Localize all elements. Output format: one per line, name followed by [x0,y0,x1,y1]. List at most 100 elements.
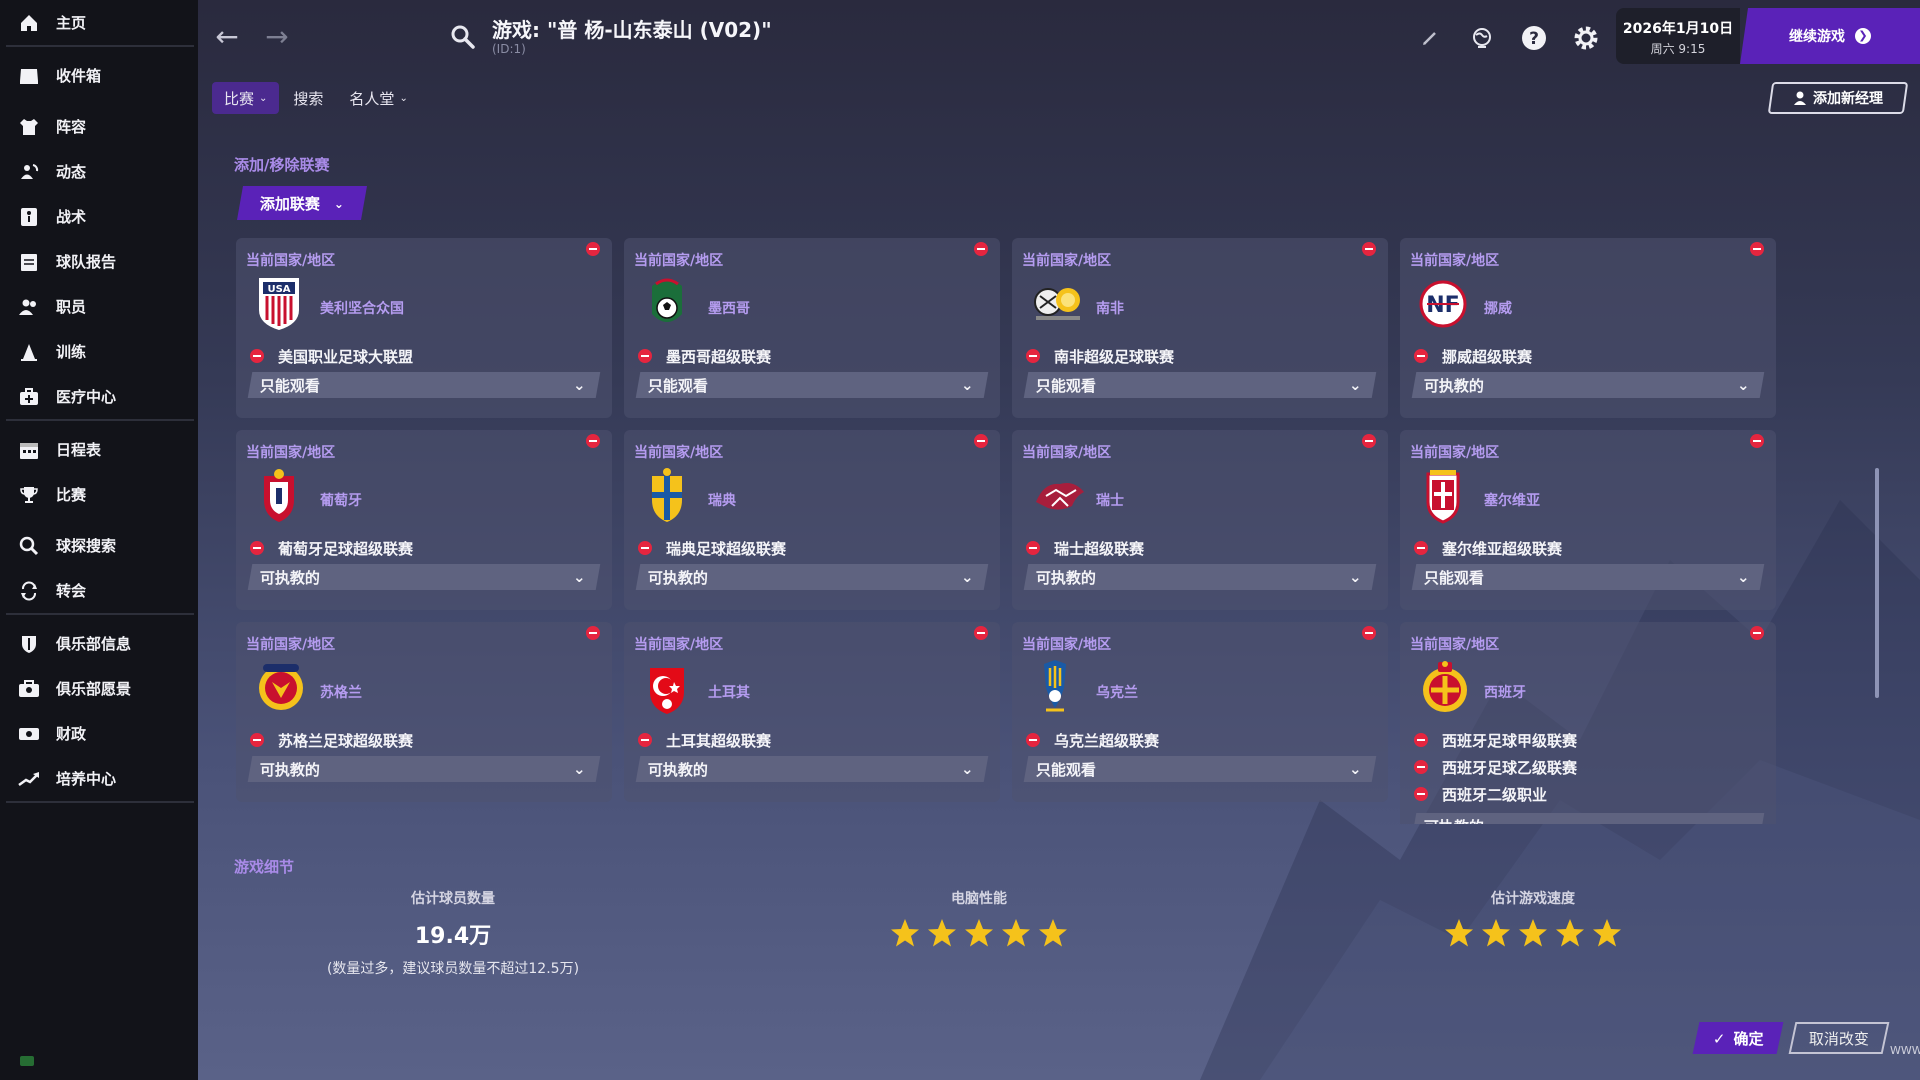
country-name[interactable]: 苏格兰 [320,682,362,702]
remove-country-icon[interactable] [1362,626,1376,640]
sidebar-item-transfer[interactable]: 转会 [0,568,198,613]
tab-1[interactable]: 搜索 [281,82,335,114]
mode-select[interactable]: 只能观看 ⌄ [1411,564,1765,590]
sidebar-item-label: 培养中心 [56,770,117,788]
sidebar-item-medical[interactable]: 医疗中心 [0,374,198,419]
continue-label: 继续游戏 [1789,29,1845,45]
sidebar-item-search[interactable]: 球探搜索 [0,523,198,568]
sidebar-item-tactics[interactable]: 战术 [0,194,198,239]
sidebar-item-finance[interactable]: 财政 [0,711,198,756]
sidebar-item-staff[interactable]: 职员 [0,284,198,329]
confirm-button[interactable]: ✓ 确定 [1692,1022,1784,1054]
sidebar-item-training[interactable]: 训练 [0,329,198,374]
league-name: 瑞士超级联赛 [1054,539,1145,558]
mode-select[interactable]: 可执教的 ⌄ [635,756,989,782]
svg-text:NF: NF [1426,293,1459,318]
back-arrow-icon[interactable]: ← [212,22,242,52]
remove-country-icon[interactable] [586,242,600,256]
remove-league-icon[interactable] [1414,541,1428,555]
remove-league-icon[interactable] [638,733,652,747]
remove-country-icon[interactable] [1750,242,1764,256]
mode-select[interactable]: 可执教的 ⌄ [247,756,601,782]
sidebar-item-dynamics[interactable]: 动态 [0,149,198,194]
remove-league-icon[interactable] [1414,733,1428,747]
continue-game-button[interactable]: 继续游戏 ❯ [1740,8,1920,64]
mode-select[interactable]: 可执教的 ⌄ [635,564,989,590]
sidebar-item-jersey[interactable]: 阵容 [0,104,198,149]
league-card: 当前国家/地区 塞尔维亚 塞尔维亚超级联赛 只能观看 ⌄ [1400,430,1776,610]
mode-value: 可执教的 [1424,376,1485,395]
help-icon[interactable]: ? [1520,24,1548,52]
country-name[interactable]: 南非 [1096,298,1124,318]
training-icon [18,341,40,363]
sidebar-item-label: 阵容 [56,118,87,136]
add-league-button[interactable]: 添加联赛 ⌄ [237,186,367,220]
globe-icon[interactable] [1468,24,1496,52]
mode-select[interactable]: 可执教的 ⌄ [1411,372,1765,398]
mode-select[interactable]: 可执教的 ⌄ [247,564,601,590]
date-display[interactable]: 2026年1月10日 周六 9:15 [1616,8,1740,64]
country-name[interactable]: 挪威 [1484,298,1512,318]
remove-country-icon[interactable] [974,626,988,640]
country-crest-icon: USA [254,274,304,332]
country-name[interactable]: 葡萄牙 [320,490,362,510]
remove-league-icon[interactable] [1026,541,1040,555]
remove-league-icon[interactable] [250,349,264,363]
forward-arrow-icon[interactable]: → [262,22,292,52]
mode-select[interactable]: 只能观看 ⌄ [247,372,601,398]
tab-0[interactable]: 比赛 ⌄ [212,82,280,114]
status-icon [20,1056,34,1066]
remove-league-icon[interactable] [250,541,264,555]
remove-country-icon[interactable] [974,242,988,256]
add-manager-button[interactable]: 添加新经理 [1767,82,1909,114]
remove-league-icon[interactable] [638,541,652,555]
shield-icon [18,633,40,655]
country-name[interactable]: 美利坚合众国 [320,298,404,318]
remove-league-icon[interactable] [1026,349,1040,363]
remove-country-icon[interactable] [586,626,600,640]
remove-league-icon[interactable] [638,349,652,363]
country-name[interactable]: 土耳其 [708,682,750,702]
remove-league-icon[interactable] [1414,760,1428,774]
remove-country-icon[interactable] [1362,242,1376,256]
sidebar-item-inbox[interactable]: 收件箱 [0,53,198,98]
league-card: 当前国家/地区 苏格兰 苏格兰足球超级联赛 可执教的 ⌄ [236,622,612,802]
sidebar-nav: 主页收件箱阵容动态 战术 球队报告 职员 训练 医疗中心日程表 比赛球探搜索 转会俱乐部信息俱… [0,0,198,803]
performance-title: 电脑性能 [951,891,1007,907]
remove-country-icon[interactable] [586,434,600,448]
sidebar-divider [6,419,194,421]
country-name[interactable]: 西班牙 [1484,682,1526,702]
scrollbar[interactable] [1875,468,1879,698]
search-icon[interactable] [450,24,476,50]
league-row: 南非超级足球联赛 [1026,346,1174,366]
remove-league-icon[interactable] [250,733,264,747]
tab-2[interactable]: 名人堂 ⌄ [337,82,419,114]
remove-league-icon[interactable] [1414,349,1428,363]
chevron-down-icon: ⌄ [259,92,268,104]
mode-select[interactable]: 可执教的 ⌄ [1411,813,1765,824]
remove-country-icon[interactable] [1362,434,1376,448]
mode-select[interactable]: 只能观看 ⌄ [635,372,989,398]
mode-select[interactable]: 可执教的 ⌄ [1023,564,1377,590]
country-name[interactable]: 瑞士 [1096,490,1124,510]
remove-country-icon[interactable] [974,434,988,448]
mode-select[interactable]: 只能观看 ⌄ [1023,756,1377,782]
mode-select[interactable]: 只能观看 ⌄ [1023,372,1377,398]
sidebar-item-trophy[interactable]: 比赛 [0,472,198,517]
remove-league-icon[interactable] [1414,787,1428,801]
country-name[interactable]: 墨西哥 [708,298,750,318]
country-name[interactable]: 乌克兰 [1096,682,1138,702]
country-name[interactable]: 瑞典 [708,490,736,510]
sidebar-item-development[interactable]: 培养中心 [0,756,198,801]
sidebar-item-shield[interactable]: 俱乐部信息 [0,621,198,666]
sidebar-item-vision[interactable]: 俱乐部愿景 [0,666,198,711]
sidebar-item-report[interactable]: 球队报告 [0,239,198,284]
edit-pencil-icon[interactable] [1416,24,1444,52]
sidebar-item-calendar[interactable]: 日程表 [0,427,198,472]
remove-country-icon[interactable] [1750,434,1764,448]
gear-icon[interactable] [1572,24,1600,52]
remove-country-icon[interactable] [1750,626,1764,640]
sidebar-item-home[interactable]: 主页 [0,0,198,45]
remove-league-icon[interactable] [1026,733,1040,747]
country-name[interactable]: 塞尔维亚 [1484,490,1540,510]
